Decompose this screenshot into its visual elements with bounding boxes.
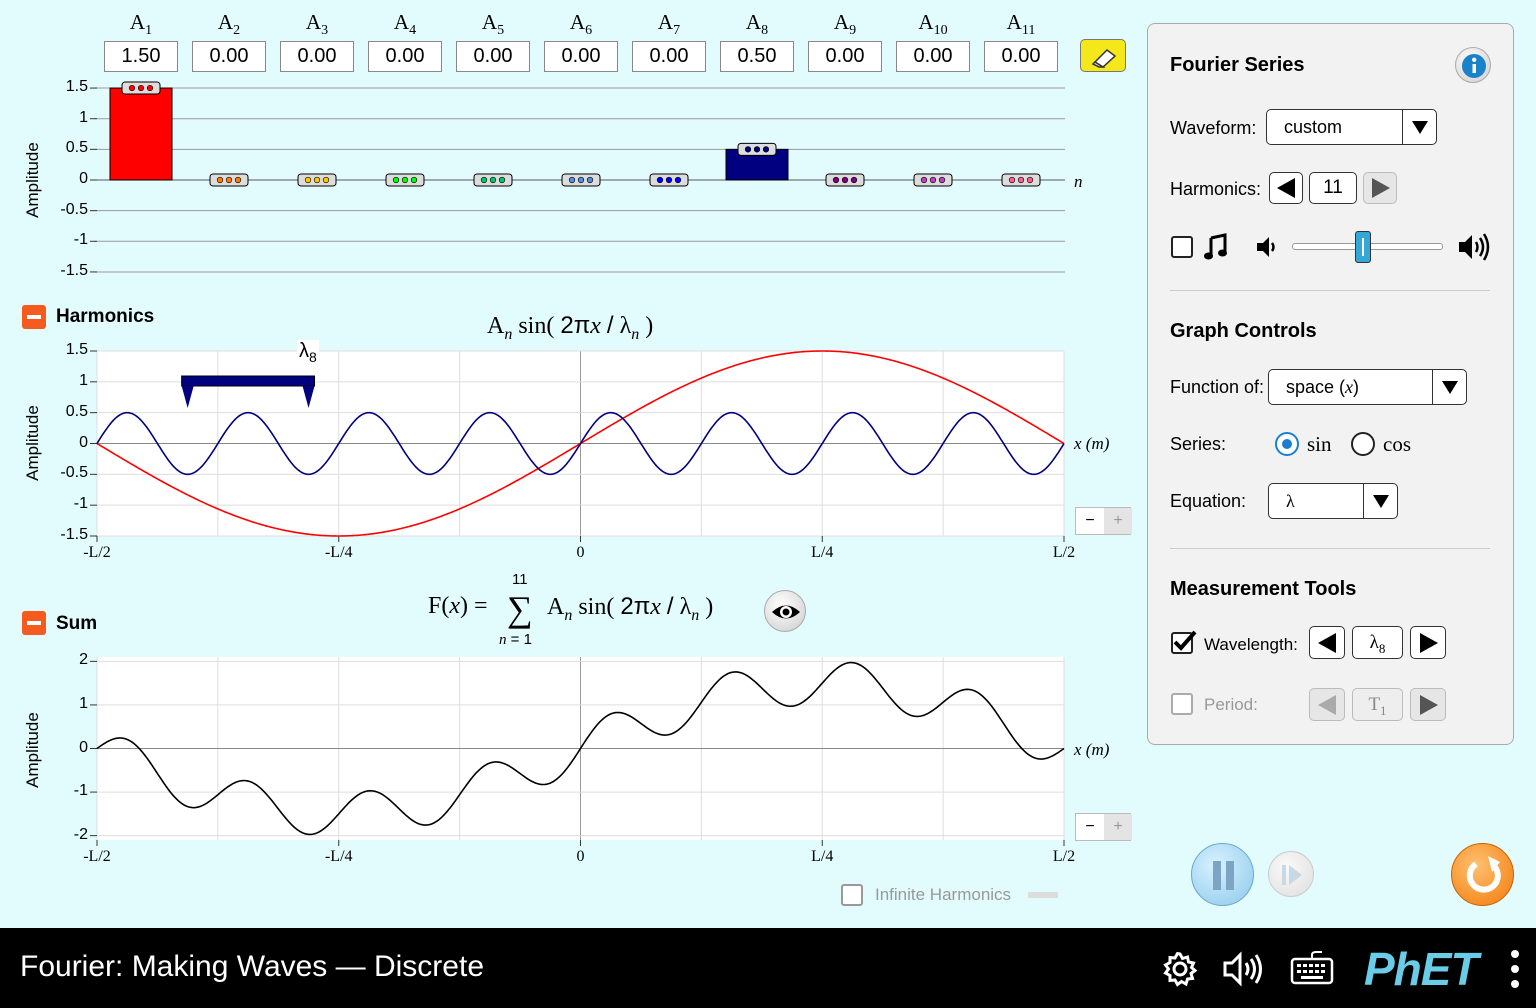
wavelength-caliper-label: λ8: [297, 340, 319, 365]
reset-icon: [1466, 856, 1501, 893]
period-checkbox[interactable]: [1171, 693, 1193, 715]
harmonics-zoom-control: − +: [1075, 507, 1132, 535]
harmonics-zoom-in-button[interactable]: +: [1104, 508, 1132, 534]
harmonics-zoom-out-button[interactable]: −: [1076, 508, 1104, 534]
series-cos-radio[interactable]: [1351, 432, 1375, 456]
chevron-down-icon: [1363, 484, 1397, 518]
waveform-combo[interactable]: custom: [1266, 109, 1437, 145]
sum-zoom-control: − +: [1075, 813, 1132, 841]
amplitude-bar-1: [109, 87, 173, 181]
infinite-harmonics-checkbox[interactable]: [841, 884, 863, 906]
volume-low-icon: [1257, 237, 1275, 257]
series-sin-label: sin: [1307, 432, 1332, 456]
amplitude-bar-handle-1[interactable]: [121, 81, 161, 95]
keyboard-icon[interactable]: [1289, 950, 1335, 988]
series-sin-radio[interactable]: [1275, 432, 1299, 456]
infinite-harmonics-swatch: [1028, 892, 1058, 898]
harmonics-chart: [90, 350, 1065, 542]
equation-label: Equation:: [1170, 491, 1247, 511]
checkmark-icon: [1173, 630, 1197, 651]
harmonics-increment-button[interactable]: [1363, 172, 1397, 204]
step-forward-button[interactable]: [1268, 851, 1314, 897]
amplitudes-chart: [90, 81, 1065, 273]
sum-zoom-in-button[interactable]: +: [1104, 814, 1132, 840]
amplitude-bar-handle-8[interactable]: [737, 142, 777, 156]
harmonics-count-label: Harmonics:: [1170, 179, 1262, 199]
sum-upper-limit: 11: [512, 571, 528, 588]
volume-high-icon: [1459, 233, 1490, 261]
amplitude-bar-handle-10[interactable]: [913, 173, 953, 187]
more-options-icon[interactable]: [1505, 946, 1525, 992]
info-button[interactable]: [1455, 47, 1491, 83]
sound-icon[interactable]: [1221, 950, 1267, 988]
info-icon: [1462, 54, 1486, 78]
wavelength-decrement-button[interactable]: [1309, 626, 1345, 659]
amplitude-bar-handle-6[interactable]: [561, 173, 601, 187]
wavelength-value: λ8: [1352, 626, 1403, 659]
amplitude-bar-handle-2[interactable]: [209, 173, 249, 187]
period-decrement-button[interactable]: [1309, 688, 1345, 721]
infinite-harmonics-label: Infinite Harmonics: [875, 885, 1012, 904]
reset-all-button[interactable]: [1451, 843, 1514, 906]
waveform-value: custom: [1284, 117, 1343, 137]
period-label: Period:: [1204, 695, 1258, 714]
series-label: Series:: [1170, 434, 1227, 454]
sum-zoom-out-button[interactable]: −: [1076, 814, 1104, 840]
amplitude-bar-handle-4[interactable]: [385, 173, 425, 187]
series-cos-label: cos: [1383, 432, 1411, 456]
pause-icon: [1213, 861, 1234, 890]
function-of-combo[interactable]: space (x): [1268, 369, 1467, 405]
amplitude-bar-handle-11[interactable]: [1001, 173, 1041, 187]
function-of-label: Function of:: [1170, 377, 1265, 397]
equation-value: λ: [1286, 491, 1295, 511]
amplitude-bar-handle-9[interactable]: [825, 173, 865, 187]
panel-divider: [1170, 290, 1490, 291]
sound-checkbox[interactable]: [1171, 236, 1193, 258]
navigation-bar: Fourier: Making Waves — Discrete PhET: [0, 928, 1536, 1008]
control-panel: Fourier Series Waveform: custom Harmonic…: [1147, 23, 1514, 745]
gear-icon[interactable]: [1161, 950, 1199, 988]
volume-slider-thumb[interactable]: [1354, 231, 1371, 263]
step-forward-icon: [1282, 865, 1302, 885]
music-note-icon: [1204, 233, 1227, 260]
harmonics-decrement-button[interactable]: [1269, 172, 1303, 204]
chevron-down-icon: [1402, 110, 1436, 144]
panel-divider: [1170, 548, 1490, 549]
wavelength-increment-button[interactable]: [1410, 626, 1446, 659]
play-pause-button[interactable]: [1191, 843, 1254, 906]
amplitude-bar-handle-7[interactable]: [649, 173, 689, 187]
equation-combo[interactable]: λ: [1268, 483, 1398, 519]
function-of-value: space (x): [1286, 377, 1360, 397]
amplitude-bar-handle-5[interactable]: [473, 173, 513, 187]
fourier-series-title: Fourier Series: [1170, 54, 1305, 76]
sim-title: Fourier: Making Waves — Discrete: [20, 950, 485, 983]
period-increment-button[interactable]: [1410, 688, 1446, 721]
measurement-tools-title: Measurement Tools: [1170, 578, 1357, 600]
sum-chart: [90, 657, 1065, 846]
amplitude-bar-handle-3[interactable]: [297, 173, 337, 187]
phet-logo[interactable]: PhET: [1364, 942, 1479, 996]
wavelength-label: Wavelength:: [1204, 635, 1298, 654]
chevron-down-icon: [1432, 370, 1466, 404]
wavelength-checkbox[interactable]: [1171, 630, 1197, 654]
waveform-label: Waveform:: [1170, 118, 1257, 138]
harmonics-count-value: 11: [1309, 172, 1357, 204]
period-value: T1: [1352, 688, 1403, 721]
graph-controls-title: Graph Controls: [1170, 320, 1317, 342]
